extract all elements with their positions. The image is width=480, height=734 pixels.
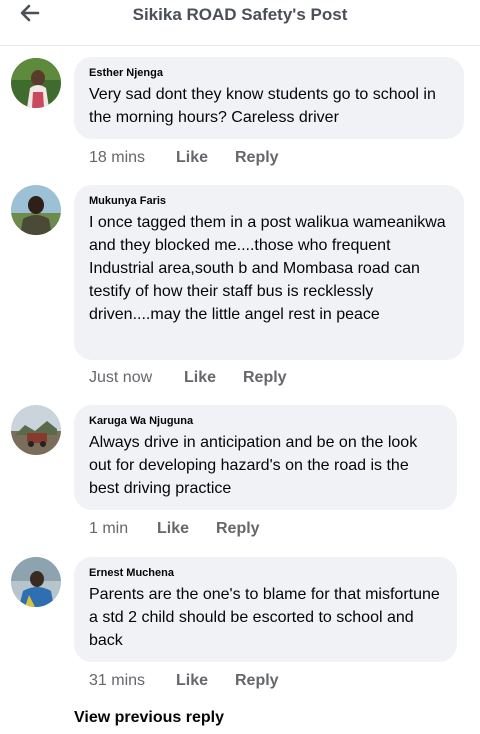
- avatar[interactable]: [11, 58, 61, 108]
- comment-time[interactable]: 18 mins: [89, 149, 176, 167]
- comment-actions: Just now Like Reply: [89, 369, 287, 387]
- page-title: Sikika ROAD Safety's Post: [132, 5, 348, 24]
- comment-author[interactable]: Karuga Wa Njuguna: [89, 415, 441, 428]
- like-button[interactable]: Like: [176, 149, 235, 167]
- reply-button[interactable]: Reply: [216, 520, 260, 538]
- avatar[interactable]: [11, 185, 61, 235]
- reply-button[interactable]: Reply: [235, 672, 279, 690]
- view-previous-reply-link[interactable]: View previous reply: [74, 709, 224, 727]
- comment-time[interactable]: 1 min: [89, 520, 157, 538]
- comment-actions: 18 mins Like Reply: [89, 149, 279, 167]
- reply-button[interactable]: Reply: [235, 149, 279, 167]
- comment-author[interactable]: Esther Njenga: [89, 67, 448, 80]
- like-button[interactable]: Like: [184, 369, 243, 387]
- avatar[interactable]: [11, 557, 61, 607]
- comment-bubble: Mukunya Faris I once tagged them in a po…: [74, 185, 464, 360]
- like-button[interactable]: Like: [157, 520, 216, 538]
- comment-author[interactable]: Ernest Muchena: [89, 567, 441, 580]
- comment-actions: 1 min Like Reply: [89, 520, 260, 538]
- comment-text: Parents are the one's to blame for that …: [89, 586, 440, 649]
- avatar[interactable]: [11, 405, 61, 455]
- comment-text: Always drive in anticipation and be on t…: [89, 434, 418, 497]
- like-button[interactable]: Like: [176, 672, 235, 690]
- comment-bubble: Ernest Muchena Parents are the one's to …: [74, 557, 457, 662]
- post-header: Sikika ROAD Safety's Post: [0, 0, 480, 46]
- comment-bubble: Karuga Wa Njuguna Always drive in antici…: [74, 405, 457, 510]
- comment-time[interactable]: 31 mins: [89, 672, 176, 690]
- reply-button[interactable]: Reply: [243, 369, 287, 387]
- comment-text: Very sad dont they know students go to s…: [89, 86, 436, 126]
- comment-time[interactable]: Just now: [89, 369, 184, 387]
- comment-actions: 31 mins Like Reply: [89, 672, 279, 690]
- comment-text: I once tagged them in a post walikua wam…: [89, 214, 446, 323]
- comment-bubble: Esther Njenga Very sad dont they know st…: [74, 57, 464, 139]
- comment-author[interactable]: Mukunya Faris: [89, 195, 448, 208]
